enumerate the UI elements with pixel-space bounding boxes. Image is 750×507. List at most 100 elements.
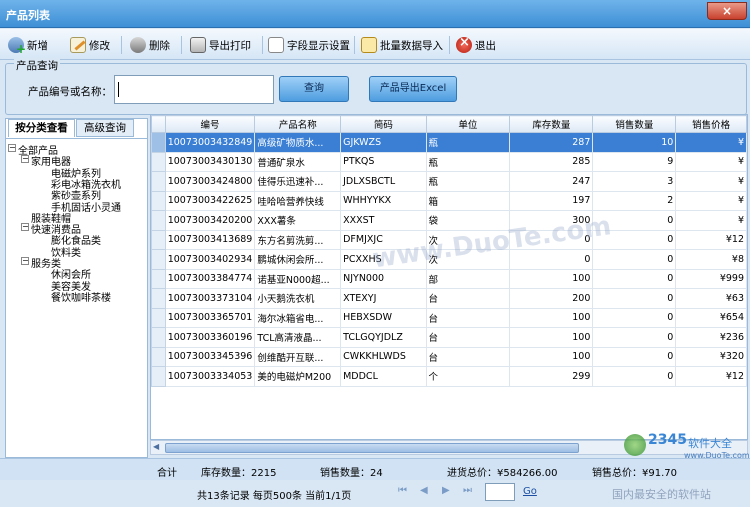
table-cell: ¥ xyxy=(675,210,747,231)
row-header[interactable] xyxy=(151,132,166,153)
field-settings-label: 字段显示设置 xyxy=(287,39,350,52)
export-excel-button[interactable]: 产品导出Excel xyxy=(369,76,457,102)
tab-category-view[interactable]: 按分类查看 xyxy=(8,119,75,137)
batch-import-button[interactable]: 批量数据导入 xyxy=(361,34,443,56)
table-row[interactable]: 10073003424800 佳得乐迅速补... JDLXSBCTL 瓶 247 3 ¥ xyxy=(151,171,747,192)
column-header[interactable]: 销售价格 xyxy=(675,115,747,133)
tree-collapse-icon[interactable]: − xyxy=(21,223,29,232)
table-cell: 3 xyxy=(592,171,677,192)
search-button[interactable]: 查询 xyxy=(279,76,349,102)
table-cell: 10073003422625 xyxy=(164,190,256,211)
row-header[interactable] xyxy=(151,346,166,367)
table-row[interactable]: 10073003432849 高级矿物质水... GJKWZS 瓶 287 10 ¥ xyxy=(151,132,747,153)
search-input[interactable] xyxy=(114,75,274,104)
table-row[interactable]: 10073003360196 TCL高清液晶... TCLGQYJDLZ 台 100 0 ¥… xyxy=(151,327,747,348)
row-header[interactable] xyxy=(151,288,166,309)
table-cell: HEBXSDW xyxy=(340,307,427,328)
table-row[interactable]: 10073003420200 XXX薯条 XXXST 袋 300 0 ¥ xyxy=(151,210,747,231)
table-cell: ¥12 xyxy=(675,366,747,387)
table-cell: 100 xyxy=(509,268,594,289)
row-header[interactable] xyxy=(151,249,166,270)
column-header[interactable]: 销售数量 xyxy=(592,115,677,133)
table-row[interactable]: 10073003430130 普通矿泉水 PTKQS 瓶 285 9 ¥ xyxy=(151,151,747,172)
frog-logo-icon xyxy=(624,434,646,456)
export-print-button[interactable]: 导出打印 xyxy=(190,34,251,56)
table-row[interactable]: 10073003384774 诺基亚N000超... NJYN000 部 100 0 ¥99… xyxy=(151,268,747,289)
row-header-corner xyxy=(151,115,166,133)
watermark-slogan: 国内最安全的软件站 xyxy=(612,488,711,501)
page-number-input[interactable] xyxy=(485,483,515,501)
last-page-icon[interactable]: ⏭ xyxy=(463,485,472,496)
table-row[interactable]: 10073003334053 美的电磁炉M200 MDDCL 个 299 0 ¥12 xyxy=(151,366,747,387)
window-close-button[interactable]: × xyxy=(707,2,747,20)
table-cell: 100 xyxy=(509,327,594,348)
tree-collapse-icon[interactable]: − xyxy=(21,155,29,164)
table-cell: XTEXYJ xyxy=(340,288,427,309)
tree-collapse-icon[interactable]: − xyxy=(8,144,16,152)
table-row[interactable]: 10073003422625 哇哈哈营养快线 WHHYYKX 箱 197 2 ¥ xyxy=(151,190,747,211)
table-cell: 哇哈哈营养快线 xyxy=(254,190,342,211)
column-header[interactable]: 编号 xyxy=(164,115,256,133)
table-cell: 瓶 xyxy=(425,132,511,153)
table-cell: 10073003420200 xyxy=(164,210,256,231)
database-add-icon xyxy=(8,37,26,56)
table-cell: 台 xyxy=(425,288,511,309)
scroll-left-icon[interactable]: ◀ xyxy=(153,442,159,451)
exit-label: 退出 xyxy=(475,39,496,52)
table-cell: 247 xyxy=(509,171,594,192)
table-cell: 0 xyxy=(592,249,677,270)
row-header[interactable] xyxy=(151,327,166,348)
column-header[interactable]: 单位 xyxy=(425,115,511,133)
row-header[interactable] xyxy=(151,229,166,250)
row-header[interactable] xyxy=(151,268,166,289)
tree-collapse-icon[interactable]: − xyxy=(21,257,29,265)
table-cell: ¥8 xyxy=(675,249,747,270)
table-cell: 0 xyxy=(592,327,677,348)
first-page-icon[interactable]: ⏮ xyxy=(398,485,407,496)
pager-info: 共13条记录 每页500条 当前1/1页 xyxy=(197,491,352,502)
prev-page-icon[interactable]: ◀ xyxy=(420,485,428,496)
table-cell: GJKWZS xyxy=(340,132,427,153)
import-icon xyxy=(361,37,377,53)
edit-button[interactable]: 修改 xyxy=(70,34,110,56)
table-cell: 10073003360196 xyxy=(164,327,256,348)
table-cell: 10073003402934 xyxy=(164,249,256,270)
table-row[interactable]: 10073003373104 小天鹅洗衣机 XTEXYJ 台 200 0 ¥63 xyxy=(151,288,747,309)
row-header[interactable] xyxy=(151,366,166,387)
tree-node[interactable]: 餐饮咖啡茶楼 xyxy=(51,289,111,304)
next-page-icon[interactable]: ▶ xyxy=(442,485,450,496)
toolbar-separator xyxy=(262,36,263,54)
scroll-thumb[interactable] xyxy=(165,443,579,453)
add-button[interactable]: 新增 xyxy=(8,34,48,56)
go-link[interactable]: Go xyxy=(523,486,537,497)
toolbar-separator xyxy=(121,36,122,54)
column-header[interactable]: 产品名称 xyxy=(254,115,342,133)
delete-button[interactable]: 删除 xyxy=(130,34,170,56)
row-header[interactable] xyxy=(151,307,166,328)
column-header[interactable]: 库存数量 xyxy=(509,115,594,133)
table-cell: 佳得乐迅速补... xyxy=(254,171,342,192)
summary-purchase-total: 进货总价：¥584266.00 xyxy=(447,468,558,479)
table-row[interactable]: 10073003365701 海尔冰箱省电... HEBXSDW 台 100 0 ¥654 xyxy=(151,307,747,328)
table-cell: 0 xyxy=(592,307,677,328)
row-header[interactable] xyxy=(151,151,166,172)
table-row[interactable]: 10073003345396 创维酷开互联... CWKKHLWDS 台 100 0 ¥32… xyxy=(151,346,747,367)
table-cell: ¥63 xyxy=(675,288,747,309)
row-header[interactable] xyxy=(151,171,166,192)
exit-button[interactable]: 退出 xyxy=(456,34,496,56)
window-title: 产品列表 xyxy=(6,9,50,22)
table-cell: ¥ xyxy=(675,171,747,192)
tab-advanced-query[interactable]: 高级查询 xyxy=(76,119,134,137)
table-cell: WHHYYKX xyxy=(340,190,427,211)
row-header[interactable] xyxy=(151,210,166,231)
toolbar-separator xyxy=(354,36,355,54)
product-query-group: 产品查询 产品编号或名称： 查询 产品导出Excel xyxy=(5,58,747,115)
row-header[interactable] xyxy=(151,190,166,211)
title-bar: 产品列表 × xyxy=(0,0,750,28)
field-settings-button[interactable]: 字段显示设置 xyxy=(268,34,350,56)
column-header[interactable]: 简码 xyxy=(340,115,427,133)
table-cell: 东方名剪洗剪... xyxy=(254,229,342,250)
table-cell: 0 xyxy=(592,346,677,367)
category-panel: 按分类查看 高级查询 全部产品 − 家用电器 − 电磁炉系列 彩电冰箱洗衣机 紫砂壶系列 手机… xyxy=(5,118,148,458)
table-cell: 10073003432849 xyxy=(164,132,256,153)
